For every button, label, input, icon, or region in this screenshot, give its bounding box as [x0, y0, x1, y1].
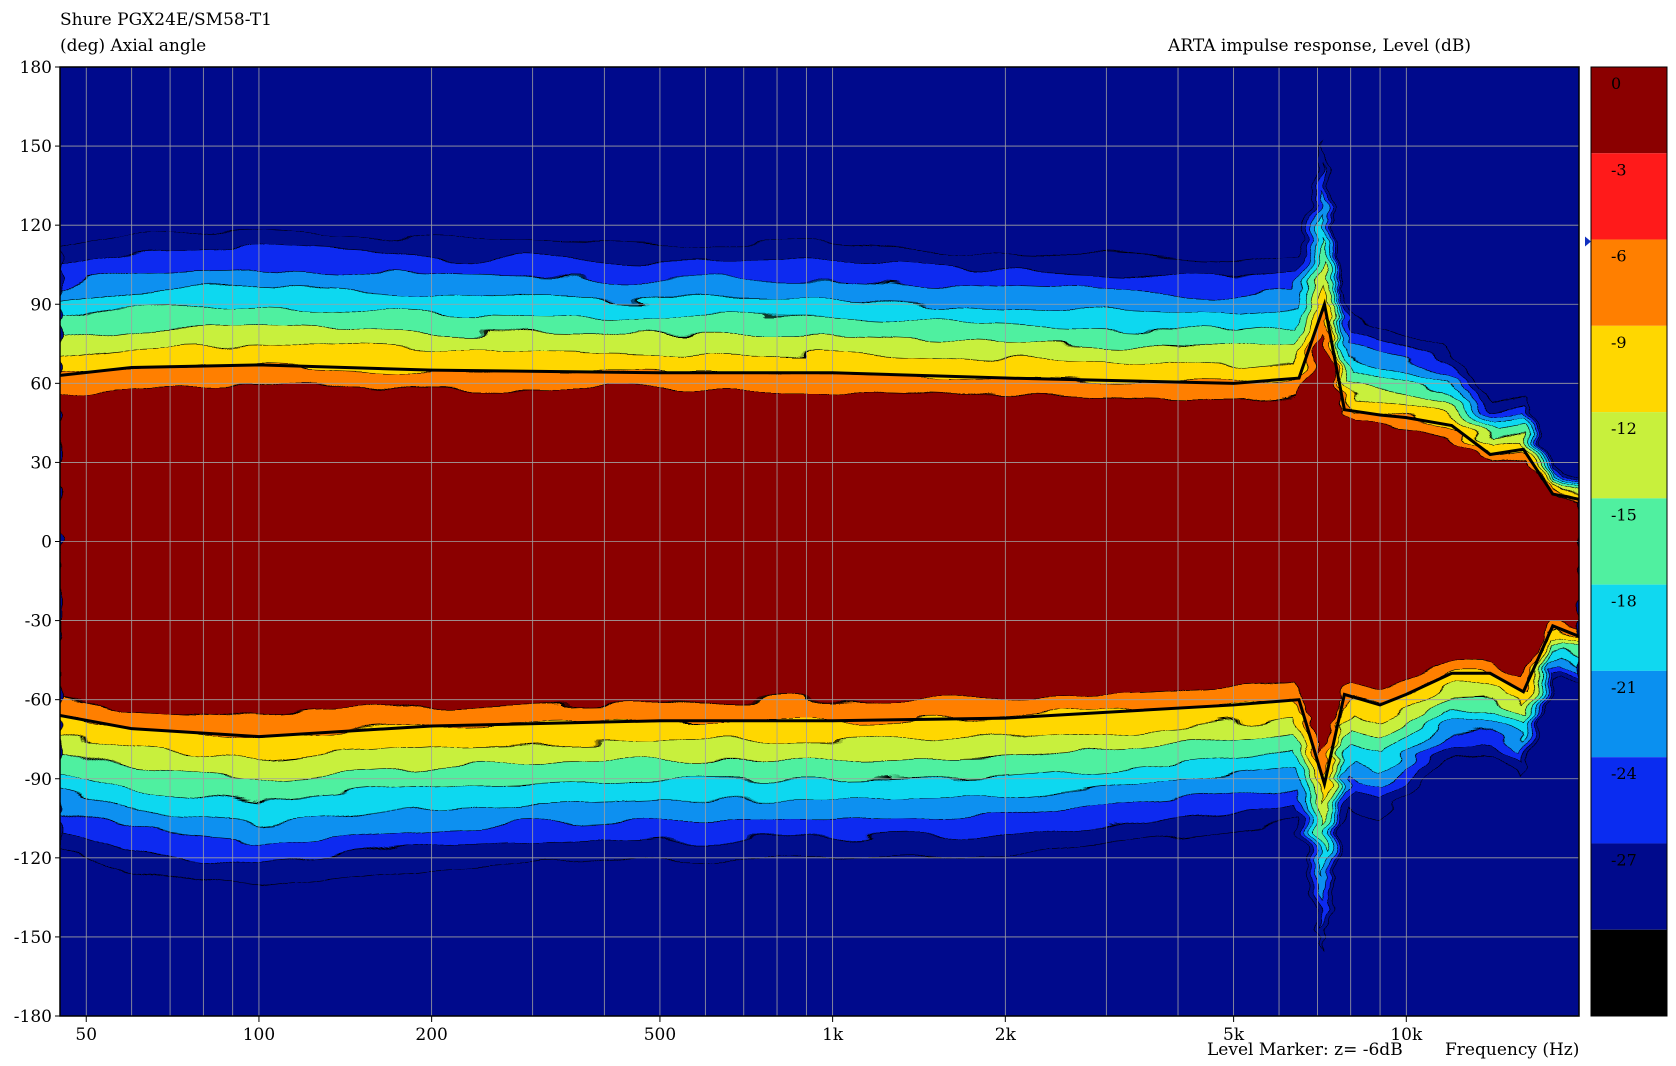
x-axis-ticks: 50 100 200 500 1k 2k 5k 10k: [75, 1016, 1423, 1045]
colorbar-label: -9: [1611, 333, 1627, 352]
colorbar-label: -24: [1611, 764, 1637, 783]
colorbar: 0 -3 -6 -9 -12 -15 -18 -21 -24 -27 -30: [1585, 66, 1668, 1017]
colorbar-label: -21: [1611, 678, 1637, 697]
y-tick-label: -150: [14, 928, 52, 948]
x-tick-label: 100: [243, 1025, 275, 1045]
y-axis-ticks: 180 150 120 90 60 30 0 -30 -60 -90 -120 -150 -180: [14, 58, 60, 1027]
y-tick-label: 180: [20, 58, 52, 78]
y-tick-label: 90: [30, 295, 52, 315]
colorbar-swatch: [1591, 239, 1667, 326]
y-tick-label: 150: [20, 137, 52, 157]
colorbar-swatch: [1591, 67, 1667, 154]
y-tick-label: 120: [20, 216, 52, 236]
x-tick-label: 500: [644, 1025, 676, 1045]
y-tick-label: -90: [25, 770, 52, 790]
y-tick-label: -180: [14, 1007, 52, 1027]
x-tick-label: 50: [75, 1025, 97, 1045]
y-tick-label: -120: [14, 849, 52, 869]
x-tick-label: 5k: [1223, 1025, 1245, 1045]
level-marker-arrow: [1585, 236, 1591, 247]
y-tick-label: -60: [25, 691, 52, 711]
y-tick-label: 30: [30, 453, 52, 473]
colorbar-label: -6: [1611, 247, 1627, 266]
y-tick-label: 0: [41, 533, 52, 553]
colorbar-label: 0: [1611, 74, 1621, 93]
x-tick-label: 10k: [1390, 1025, 1423, 1045]
x-tick-label: 1k: [822, 1025, 844, 1045]
colorbar-label: -12: [1611, 419, 1637, 438]
x-tick-label: 2k: [995, 1025, 1017, 1045]
colorbar-swatch: [1591, 325, 1667, 413]
colorbar-swatch: [1591, 153, 1667, 240]
colorbar-label: -27: [1611, 850, 1637, 869]
directivity-contour-chart: 50 100 200 500 1k 2k 5k 10k 1801501209060300-30…: [14, 58, 1668, 1045]
y-tick-label: -30: [25, 612, 52, 632]
colorbar-label: -15: [1611, 505, 1637, 524]
colorbar-label: -18: [1611, 592, 1637, 611]
colorbar-label: -3: [1611, 160, 1627, 179]
x-tick-label: 200: [415, 1025, 447, 1045]
colorbar-label: -30: [1611, 937, 1637, 956]
y-tick-label: 60: [30, 374, 52, 394]
